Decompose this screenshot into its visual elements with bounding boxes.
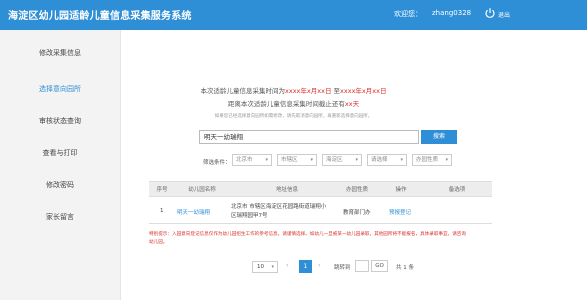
district-level-select[interactable]: 市辖区 ▾: [277, 154, 317, 166]
column-header-option: 备选项: [448, 187, 466, 193]
chevron-down-icon: ▾: [310, 157, 313, 163]
deadline-notice: 距离本次适龄儿童信息采集时间截止还有xx天: [0, 98, 587, 108]
deadline-prefix: 距离本次适龄儿童信息采集时间截止还有: [227, 100, 345, 108]
chevron-down-icon: ▾: [271, 264, 274, 270]
total-count: 共 1 条: [396, 265, 414, 271]
go-button[interactable]: GO: [371, 260, 388, 272]
collection-period-notice: 本次适龄儿童信息采集时间为xxxx年x月xx日 至xxxx年x月xx日: [0, 85, 587, 95]
header-bar: 海淀区幼儿园适龄儿童信息采集服务系统 欢迎您： zhang0328 退出: [0, 0, 587, 30]
kindergarten-name-link[interactable]: 明天一幼瑞翔: [177, 208, 210, 216]
sidebar: 修改采集信息 选择意向园所 审核状态查询 查看与打印 修改密码 家长留言: [0, 30, 121, 300]
current-page-button[interactable]: 1: [299, 260, 312, 273]
district-select[interactable]: 海淀区 ▾: [322, 154, 362, 166]
sidebar-item-edit-info[interactable]: 修改采集信息: [0, 48, 120, 58]
kindergarten-table: 序号 幼儿园名称 地址信息 办园性质 操作 备选项 1 明天一幼瑞翔 北京市 市…: [149, 181, 492, 224]
deadline-days: xx天: [344, 100, 360, 108]
sidebar-item-view-print[interactable]: 查看与打印: [0, 148, 120, 158]
chevron-down-icon: ▾: [400, 157, 403, 163]
period-end: xxxx年x月xx日: [340, 87, 387, 95]
sidebar-item-change-password[interactable]: 修改密码: [0, 180, 120, 190]
selection-hint: 如果您已经选择意向园所如需修改，请先取消意向园所，再重新选择意向园所。: [214, 114, 373, 119]
special-notice: 特别提示：入园意向登记信息仅作为幼儿园招生工作的参考信息，请谨慎选择。如幼儿一旦…: [149, 231, 494, 247]
period-mid: 至: [331, 87, 341, 95]
chevron-down-icon: ▾: [445, 157, 448, 163]
row-divider: [149, 223, 492, 224]
city-select[interactable]: 北京市 ▾: [232, 154, 272, 166]
row-address-line2: 区瑞翔园甲7号: [231, 213, 268, 219]
special-notice-line1: 特别提示：入园意向登记信息仅作为幼儿园招生工作的参考信息，请谨慎选择。如幼儿一旦…: [149, 232, 466, 237]
period-prefix: 本次适龄儿童信息采集时间为: [200, 87, 286, 95]
column-header-address: 地址信息: [275, 187, 298, 193]
register-action-link[interactable]: 预报登记: [389, 208, 411, 216]
jump-page-input[interactable]: [355, 260, 369, 272]
kindergarten-search-input[interactable]: 明天一幼瑞翔: [199, 130, 419, 144]
chevron-down-icon: ▾: [265, 157, 268, 163]
search-button[interactable]: 搜索: [421, 130, 457, 144]
chevron-down-icon: ▾: [355, 157, 358, 163]
column-header-name: 幼儿园名称: [188, 187, 216, 193]
sidebar-item-parent-message[interactable]: 家长留言: [0, 212, 120, 222]
page-size-value: 10: [257, 264, 264, 270]
welcome-label: 欢迎您：: [394, 10, 422, 18]
app-title: 海淀区幼儿园适龄儿童信息采集服务系统: [8, 11, 192, 22]
row-school-type: 教育部门办: [343, 210, 371, 216]
power-icon[interactable]: [484, 7, 496, 19]
district-select-value: 海淀区: [326, 157, 343, 163]
city-select-value: 北京市: [236, 157, 253, 163]
page-size-select[interactable]: 10 ▾: [252, 261, 278, 273]
column-header-index: 序号: [156, 187, 168, 193]
prev-page-icon[interactable]: ‹: [286, 262, 288, 269]
special-notice-line2: 幼儿园。: [149, 240, 168, 245]
jump-label: 跳转到: [334, 265, 351, 271]
street-select[interactable]: 请选择 ▾: [367, 154, 407, 166]
logout-link[interactable]: 退出: [498, 10, 510, 19]
school-type-select[interactable]: 办园性质 ▾: [412, 154, 452, 166]
username: zhang0328: [432, 9, 472, 17]
next-page-icon[interactable]: ›: [318, 262, 320, 269]
row-address-line1: 北京市 市辖区海淀区花园路街道瑞翔小: [231, 204, 327, 210]
district-level-select-value: 市辖区: [281, 157, 298, 163]
street-select-value: 请选择: [371, 157, 388, 163]
column-header-type: 办园性质: [345, 187, 368, 193]
column-header-action: 操作: [395, 187, 407, 193]
school-type-select-value: 办园性质: [416, 157, 439, 163]
filter-label: 筛选条件：: [203, 160, 231, 166]
period-start: xxxx年x月xx日: [285, 87, 332, 95]
table-header: 序号 幼儿园名称 地址信息 办园性质 操作 备选项: [149, 181, 492, 197]
row-index: 1: [160, 208, 164, 214]
